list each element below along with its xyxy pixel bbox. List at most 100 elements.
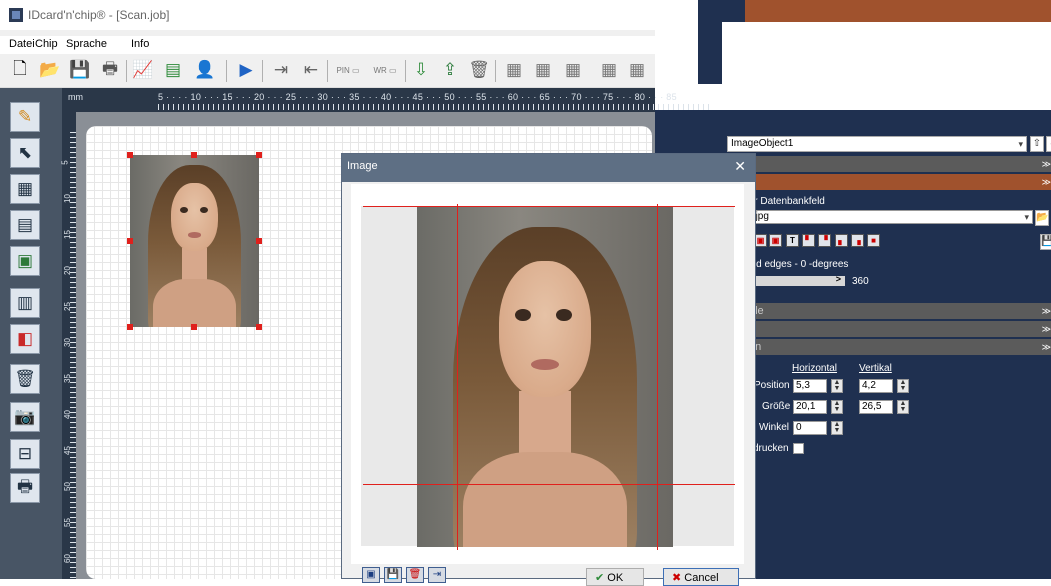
grid-4-icon[interactable]: ▦ [624,57,650,83]
print-label: drucken [753,443,789,454]
resize-handle[interactable] [256,324,262,330]
ruler-ticks: 5 · · · · 10 · · · 15 · · · 20 · · · 25 … [158,92,677,102]
rotation-slider[interactable]: > [745,274,845,286]
printer-icon[interactable]: 🖶 [10,473,40,503]
camera-icon[interactable]: 📷 [10,402,40,432]
center-icon[interactable]: ■ [867,234,880,247]
open-folder-icon[interactable]: 📂 [1035,210,1049,226]
angle-input[interactable]: 0 [793,421,827,435]
resize-handle[interactable] [256,152,262,158]
close-icon[interactable]: ✕ [734,158,746,175]
pencil-icon[interactable]: ✎ [10,102,40,132]
crop-line-top[interactable] [363,206,735,207]
text-format-icon[interactable]: T [786,234,799,247]
spin-icon[interactable]: ▲ ▼ [831,421,843,435]
size-v-input[interactable]: 26,5 [859,400,893,414]
format-button[interactable]: ▣ [769,234,782,247]
file-path-select[interactable]: er\22.jpg▾ [727,210,1033,224]
resize-handle[interactable] [127,324,133,330]
edges-label: and edges - 0 -degrees [745,259,849,270]
col-horizontal: Horizontal [792,363,838,374]
menu-chip[interactable]: Chip [35,38,58,50]
image-icon[interactable]: ▣ [10,246,40,276]
object-select[interactable]: ImageObject1 ▾ [727,136,1027,152]
save-icon[interactable]: 💾 [67,57,93,83]
resize-handle[interactable] [256,238,262,244]
save-icon[interactable]: 💾 [1040,234,1051,250]
slider-thumb[interactable]: > [836,274,841,284]
export-icon[interactable]: ⇥ [428,567,446,583]
new-file-icon[interactable]: 🗋 [7,57,33,83]
move-up-icon[interactable]: ⇧ [1030,136,1044,152]
cancel-button[interactable]: ✖ Cancel [663,568,739,586]
spin-icon[interactable]: ▲ ▼ [897,400,909,414]
menu-sprache[interactable]: Sprache [66,38,107,50]
print-checkbox[interactable] [793,443,804,454]
scanner-icon[interactable]: ⊟ [10,439,40,469]
resize-handle[interactable] [127,238,133,244]
edit-chart-icon[interactable]: 📈 [130,57,156,83]
spin-icon[interactable]: ▲ ▼ [897,379,909,393]
resize-handle[interactable] [191,152,197,158]
app-icon [9,8,23,22]
menu-bar: Datei Chip Sprache Info [0,36,655,54]
print-icon[interactable]: 🖶 [97,57,123,83]
card-green-icon[interactable]: ▤ [160,57,186,83]
align-left-icon[interactable]: ▘ [802,234,815,247]
position-h-input[interactable]: 5,3 [793,379,827,393]
resize-handle[interactable] [127,152,133,158]
position-v-input[interactable]: 4,2 [859,379,893,393]
vruler-tick: 50 [62,482,72,491]
ok-button[interactable]: ✔ OK [586,568,644,586]
ruler-unit: mm [68,92,83,102]
download-icon[interactable]: ⇩ [408,57,434,83]
section-color[interactable]: ≫ [727,174,1051,190]
text-box-icon[interactable]: ▤ [10,210,40,240]
menu-datei[interactable]: Datei [9,38,35,50]
section-header[interactable]: ≫ [727,156,1051,172]
vruler-tick: 30 [62,338,72,347]
move-down-icon[interactable]: ⇩ [1046,136,1051,152]
size-h-input[interactable]: 20,1 [793,400,827,414]
chip-read-icon[interactable]: ⇥ [268,57,294,83]
wr-icon[interactable]: WR ▭ [368,57,402,83]
pin-icon[interactable]: PIN ▭ [331,57,365,83]
table-icon[interactable]: ▦ [10,174,40,204]
crop-image[interactable] [417,207,673,547]
grid-3-icon[interactable]: ▦ [596,57,622,83]
open-folder-icon[interactable]: 📂 [37,57,63,83]
grid-2-icon[interactable]: ▦ [530,57,556,83]
angle-label: Winkel [759,422,790,433]
image-import-icon[interactable]: ▣ [362,567,380,583]
section-blank[interactable]: ≫ [727,321,1051,337]
menu-info[interactable]: Info [131,38,149,50]
section-on[interactable]: on≫ [727,339,1051,355]
card-image-object[interactable] [130,155,259,327]
crop-line-left[interactable] [457,204,458,550]
chip-write-icon[interactable]: ⇤ [298,57,324,83]
trash-icon[interactable]: 🗑 [466,57,492,83]
resize-handle[interactable] [191,324,197,330]
align-bottom-left-icon[interactable]: ▖ [835,234,848,247]
white-area [722,22,1051,84]
crop-line-right[interactable] [657,204,658,550]
import-icon[interactable]: ⇪ [437,57,463,83]
grid-key-icon[interactable]: ▦ [560,57,586,83]
align-right-icon[interactable]: ▝ [818,234,831,247]
trash-icon[interactable]: 🗑 [406,567,424,583]
tool-strip: ✎ ⬉ ▦ ▤ ▣ ▥ ◧ 🗑 📷 ⊟ 🖶 [0,88,62,579]
grid-ean-icon[interactable]: ▦ [501,57,527,83]
spin-icon[interactable]: ▲ ▼ [831,400,843,414]
vruler-tick: 40 [62,410,72,419]
user-card-icon[interactable]: 👤 [192,57,218,83]
barcode-icon[interactable]: ▥ [10,288,40,318]
color-block-icon[interactable]: ◧ [10,324,40,354]
save-icon[interactable]: 💾 [384,567,402,583]
arrow-pointer-icon[interactable]: ⬉ [10,138,40,168]
align-bottom-right-icon[interactable]: ▗ [851,234,864,247]
play-icon[interactable]: ▶ [233,57,259,83]
trash-icon[interactable]: 🗑 [10,364,40,394]
spin-icon[interactable]: ▲ ▼ [831,379,843,393]
crop-line-bottom[interactable] [363,484,735,485]
section-ide[interactable]: ide ≫ [727,303,1051,319]
